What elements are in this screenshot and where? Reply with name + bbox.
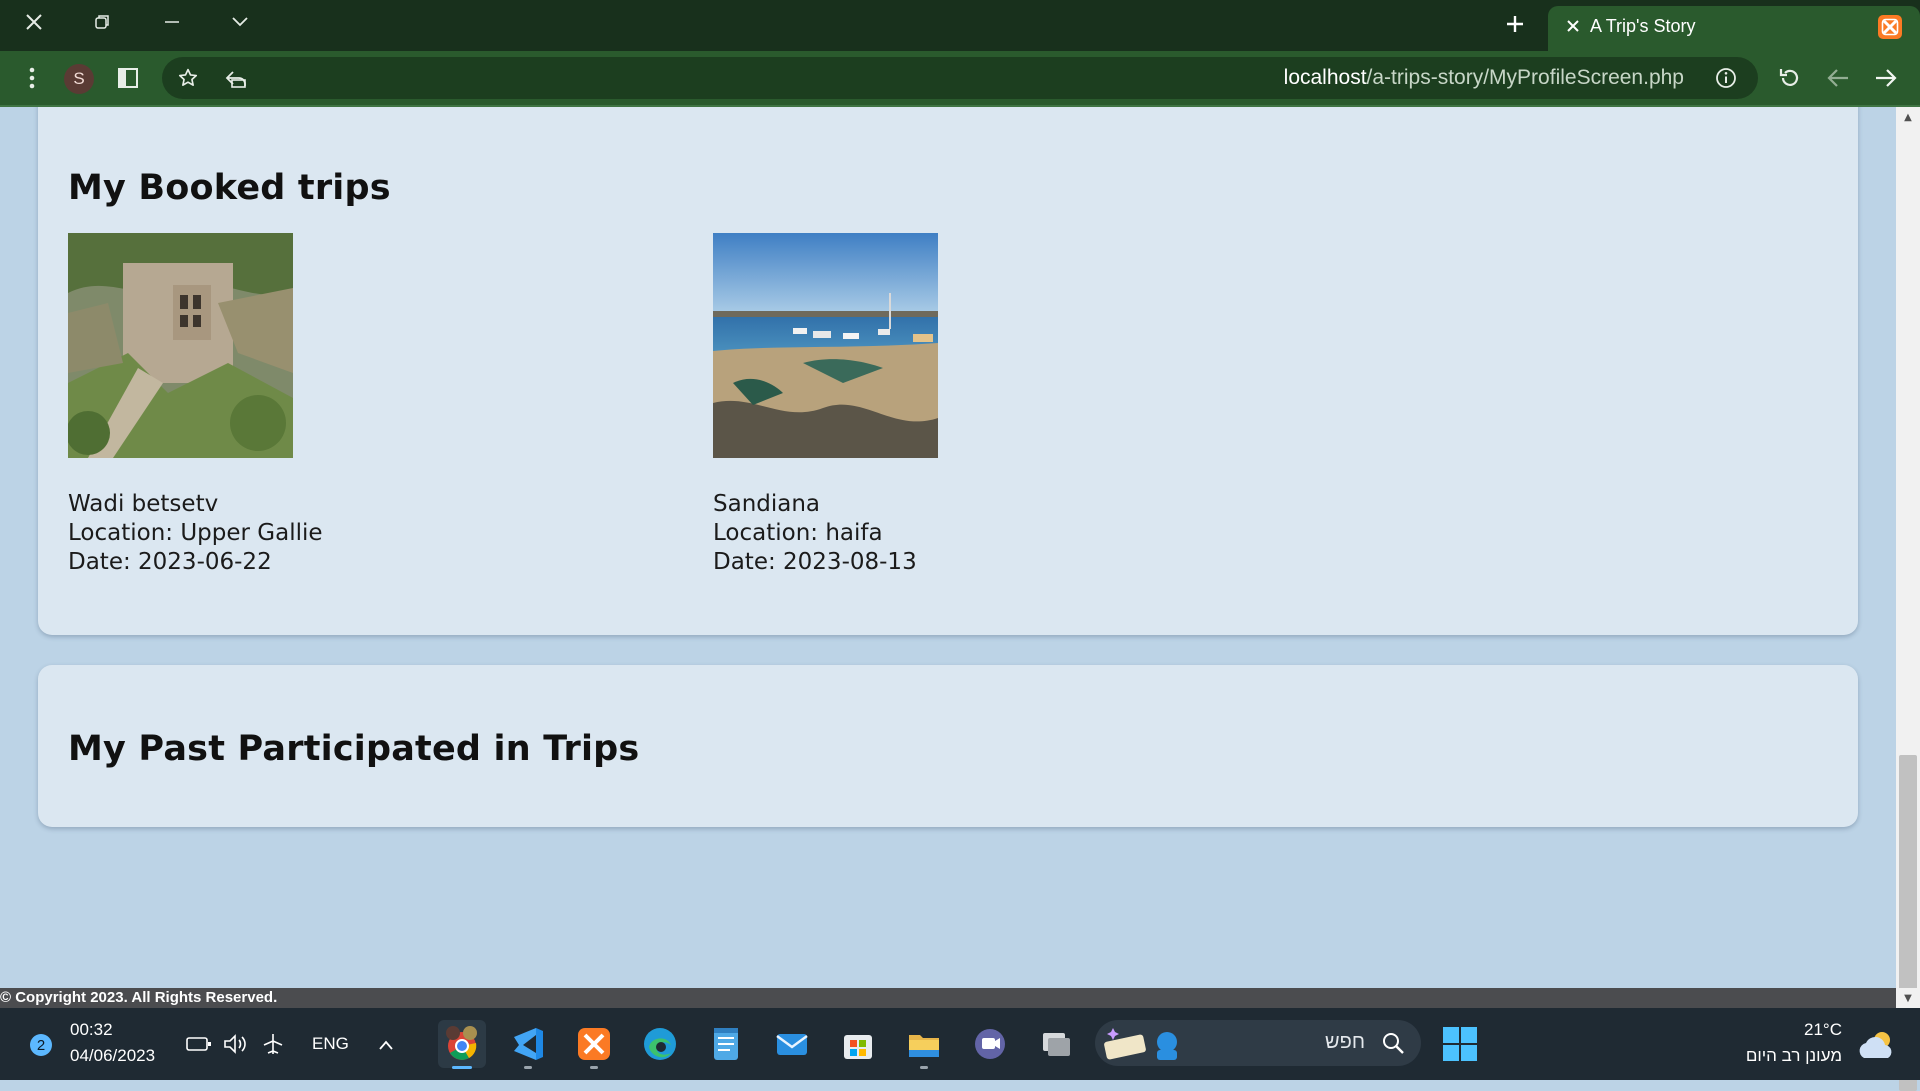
airplane-mode-icon[interactable]	[260, 1032, 286, 1060]
tab-close-button[interactable]	[1562, 6, 1584, 46]
language-indicator[interactable]: ENG	[312, 1034, 349, 1054]
new-tab-button[interactable]	[1490, 4, 1540, 44]
copyright-text: © Copyright 2023. All Rights Reserved.	[0, 989, 278, 1006]
chevron-up-icon	[379, 1040, 393, 1050]
tab-search-button[interactable]	[208, 0, 272, 44]
reload-button[interactable]	[1772, 60, 1808, 96]
weather-temperature[interactable]: 21°C	[1804, 1020, 1842, 1040]
booked-trips-card: My Booked trips Wadi betsetv Location: U…	[38, 107, 1858, 635]
minimize-window-button[interactable]	[140, 0, 204, 44]
close-icon	[26, 14, 42, 30]
minimize-icon	[165, 21, 179, 23]
tab-title: A Trip's Story	[1590, 16, 1696, 36]
clock-time[interactable]: 00:32	[70, 1020, 113, 1040]
past-trips-heading: My Past Participated in Trips	[68, 729, 640, 769]
windows-taskbar: 2 00:32 04/06/2023 ENG חפש 21°C מעונן רב…	[0, 1008, 1920, 1080]
tab-strip: A Trip's Story	[0, 0, 1920, 51]
page-footer: © Copyright 2023. All Rights Reserved.	[0, 988, 1896, 1008]
trip-location: Location: Upper Gallie	[68, 520, 323, 546]
back-button[interactable]	[1820, 60, 1856, 96]
cloud-sun-icon[interactable]	[1856, 1028, 1898, 1066]
share-icon	[225, 71, 246, 88]
booked-trips-heading: My Booked trips	[68, 168, 391, 208]
tab-a-trips-story[interactable]: A Trip's Story	[1548, 6, 1920, 51]
menu-button[interactable]	[14, 60, 50, 96]
file-explorer-app-icon[interactable]	[900, 1020, 948, 1069]
browser-toolbar: S localhost/a-trips-story/MyProfileScree…	[0, 51, 1920, 105]
trip-photo-wadi[interactable]	[68, 233, 293, 458]
trip-item[interactable]: Sandiana Location: haifa Date: 2023-08-1…	[713, 233, 1133, 577]
xampp-favicon-icon	[1878, 15, 1902, 39]
windows-logo-icon	[1443, 1027, 1477, 1061]
more-vertical-icon	[29, 67, 35, 89]
teams-app-icon[interactable]	[966, 1020, 1014, 1068]
notification-badge[interactable]: 2	[30, 1034, 52, 1056]
volume-icon[interactable]	[222, 1032, 248, 1060]
chevron-down-icon	[232, 17, 248, 27]
trip-info: Sandiana Location: haifa Date: 2023-08-1…	[713, 490, 1133, 577]
address-bar[interactable]: localhost/a-trips-story/MyProfileScreen.…	[162, 57, 1758, 99]
scroll-up-arrow[interactable]: ▲	[1896, 107, 1920, 127]
restore-icon	[95, 15, 109, 29]
page-viewport: My Booked trips Wadi betsetv Location: U…	[0, 107, 1896, 988]
trip-name: Wadi betsetv	[68, 491, 219, 517]
xampp-app-icon[interactable]	[570, 1020, 618, 1069]
chrome-app-icon[interactable]	[438, 1020, 486, 1069]
bookmark-button[interactable]	[170, 60, 206, 96]
vscode-app-icon[interactable]	[504, 1020, 552, 1069]
site-info-button[interactable]	[1708, 60, 1744, 96]
star-icon	[178, 68, 198, 86]
close-icon	[1567, 20, 1579, 32]
weather-description[interactable]: מעונן רב היום	[1746, 1046, 1842, 1066]
mail-app-icon[interactable]	[768, 1020, 816, 1068]
start-button[interactable]	[1436, 1020, 1484, 1068]
search-placeholder: חפש	[1325, 1031, 1365, 1053]
edge-app-icon[interactable]	[636, 1020, 684, 1068]
share-button[interactable]	[218, 60, 254, 96]
arrow-left-icon	[1827, 69, 1848, 87]
taskbar-search-box[interactable]: חפש	[1095, 1020, 1421, 1066]
store-app-icon[interactable]	[834, 1020, 882, 1068]
battery-icon[interactable]	[186, 1034, 212, 1058]
search-icon	[1381, 1031, 1405, 1059]
reload-icon	[1779, 69, 1799, 86]
trip-date: Date: 2023-06-22	[68, 549, 272, 575]
arrow-right-icon	[1876, 69, 1897, 87]
scroll-down-arrow[interactable]: ▼	[1896, 988, 1920, 1008]
forward-button[interactable]	[1868, 60, 1904, 96]
url-path: /a-trips-story/MyProfileScreen.php	[1366, 66, 1684, 89]
chevron-down-icon: ▼	[1904, 992, 1912, 1004]
close-window-button[interactable]	[2, 0, 66, 44]
plus-icon	[1507, 16, 1523, 32]
trip-photo-sandiana[interactable]	[713, 233, 938, 458]
trip-location: Location: haifa	[713, 520, 883, 546]
clock-date[interactable]: 04/06/2023	[70, 1046, 155, 1066]
trip-info: Wadi betsetv Location: Upper Gallie Date…	[68, 490, 488, 577]
search-highlight-icon	[1101, 1024, 1185, 1066]
trip-name: Sandiana	[713, 491, 821, 517]
notepad-app-icon[interactable]	[702, 1020, 750, 1068]
page-scrollbar[interactable]: ▲	[1896, 107, 1920, 1091]
url-host: localhost	[1283, 66, 1367, 89]
trip-date: Date: 2023-08-13	[713, 549, 917, 575]
profile-avatar[interactable]: S	[64, 64, 94, 94]
info-icon	[1716, 68, 1736, 88]
past-trips-card: My Past Participated in Trips	[38, 665, 1858, 827]
show-hidden-icons-button[interactable]	[378, 1036, 394, 1055]
restore-window-button[interactable]	[70, 0, 134, 44]
side-panel-icon	[118, 68, 138, 88]
side-panel-button[interactable]	[110, 60, 146, 96]
url-text: localhost/a-trips-story/MyProfileScreen.…	[1284, 57, 1684, 99]
trip-item[interactable]: Wadi betsetv Location: Upper Gallie Date…	[68, 233, 488, 577]
task-view-icon[interactable]	[1032, 1020, 1080, 1068]
